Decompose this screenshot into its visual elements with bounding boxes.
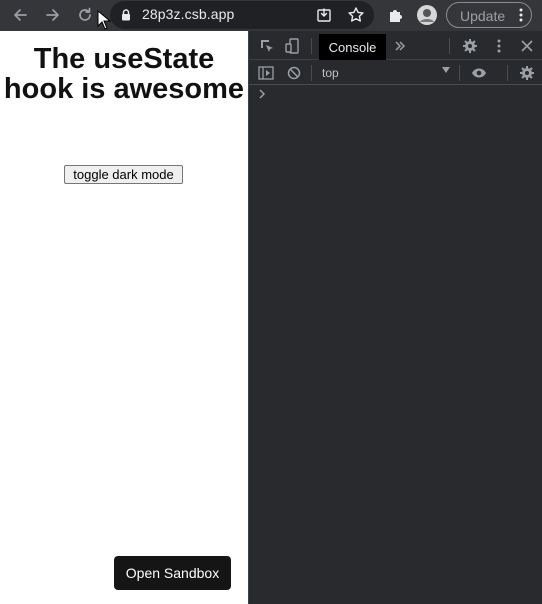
open-sandbox-button[interactable]: Open Sandbox — [114, 556, 231, 590]
mouse-cursor-icon — [97, 10, 111, 30]
live-expression-eye-icon[interactable] — [467, 61, 491, 85]
toolbar-divider — [507, 65, 508, 81]
more-tabs-chevron-icon[interactable] — [388, 34, 412, 58]
devtools-menu-icon[interactable] — [487, 34, 511, 58]
console-settings-gear-icon[interactable] — [515, 61, 539, 85]
console-prompt-chevron-icon[interactable] — [258, 89, 266, 99]
browser-toolbar: 28p3z.csb.app Update — [0, 0, 542, 31]
update-button[interactable]: Update — [446, 2, 532, 28]
install-app-icon[interactable] — [312, 3, 336, 27]
settings-gear-icon[interactable] — [458, 34, 482, 58]
update-label: Update — [460, 8, 506, 24]
page-viewport: The useState hook is awesome toggle dark… — [0, 31, 248, 604]
toolbar-divider — [459, 65, 460, 81]
clear-console-icon[interactable] — [282, 61, 306, 85]
console-output[interactable] — [249, 86, 542, 604]
devtools-tab-bar: Console — [249, 31, 542, 60]
execution-context-select[interactable]: top — [322, 66, 339, 80]
extensions-puzzle-icon[interactable] — [384, 3, 408, 27]
tab-console[interactable]: Console — [319, 34, 386, 60]
bookmark-star-icon[interactable] — [344, 3, 368, 27]
devtools-panel: Console top — [248, 31, 542, 604]
back-arrow-icon[interactable] — [8, 3, 32, 27]
close-devtools-icon[interactable] — [515, 34, 539, 58]
device-toolbar-icon[interactable] — [281, 34, 305, 58]
toggle-dark-mode-button[interactable]: toggle dark mode — [64, 165, 183, 184]
profile-avatar-icon[interactable] — [415, 3, 439, 27]
reload-icon[interactable] — [73, 3, 97, 27]
inspect-element-icon[interactable] — [255, 34, 279, 58]
dropdown-arrow-icon[interactable] — [442, 67, 450, 73]
toolbar-divider — [311, 65, 312, 81]
address-bar-url[interactable]: 28p3z.csb.app — [142, 6, 234, 22]
show-sidebar-icon[interactable] — [254, 61, 278, 85]
console-toolbar: top — [249, 61, 542, 85]
lock-icon[interactable] — [114, 3, 138, 27]
forward-arrow-icon[interactable] — [41, 3, 65, 27]
tab-divider — [449, 38, 450, 54]
page-heading: The useState hook is awesome — [3, 43, 245, 105]
kebab-menu-icon[interactable] — [519, 8, 523, 22]
tab-divider — [311, 38, 312, 54]
